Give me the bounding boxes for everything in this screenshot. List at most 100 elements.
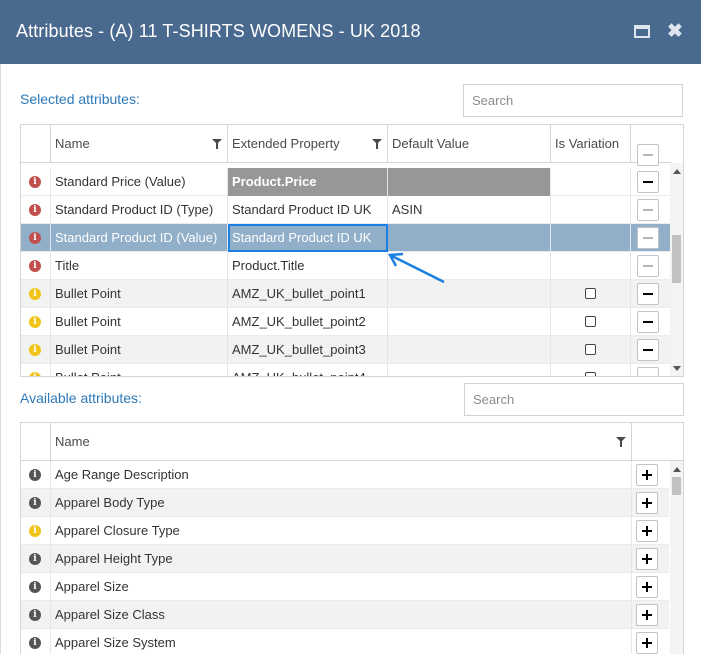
scroll-thumb[interactable] (672, 235, 681, 283)
table-row[interactable]: i Bullet Point AMZ_UK_bullet_point2 (21, 308, 671, 336)
table-row[interactable]: i Bullet PointAMZ_UK_bullet_point4 (21, 364, 671, 376)
row-status-cell: i (21, 280, 51, 308)
row-name: Apparel Size System (51, 629, 632, 654)
row-extended-property[interactable]: Product.Title (228, 252, 388, 280)
selected-scrollbar[interactable] (670, 163, 683, 376)
row-is-variation (551, 168, 631, 196)
remove-button[interactable] (637, 255, 659, 277)
table-row[interactable]: i Bullet Point AMZ_UK_bullet_point1 (21, 280, 671, 308)
row-extended-property[interactable]: AMZ_UK_bullet_point1 (228, 280, 388, 308)
dialog-titlebar: Attributes - (A) 11 T-SHIRTS WOMENS - UK… (0, 0, 701, 64)
filter-icon[interactable] (616, 437, 626, 447)
list-item[interactable]: i Apparel Body Type (21, 489, 669, 517)
row-name: Apparel Size (51, 573, 632, 601)
info-icon: i (29, 497, 41, 509)
row-is-variation (551, 224, 631, 252)
header-name[interactable]: Name (51, 125, 228, 163)
dialog-title: Attributes - (A) 11 T-SHIRTS WOMENS - UK… (16, 21, 421, 41)
add-button[interactable] (636, 520, 658, 542)
is-variation-checkbox[interactable] (585, 316, 596, 327)
row-default-value[interactable] (388, 336, 551, 364)
dialog-body: Selected attributes: Name Extended Prope… (0, 64, 701, 654)
list-item[interactable]: i Apparel Size (21, 573, 669, 601)
row-name: Title (51, 252, 228, 280)
filter-icon[interactable] (372, 139, 382, 149)
add-button[interactable] (636, 576, 658, 598)
remove-button[interactable] (637, 339, 659, 361)
add-button[interactable] (636, 464, 658, 486)
list-item[interactable]: i Age Range Description (21, 461, 669, 489)
remove-button[interactable] (637, 227, 659, 249)
list-item[interactable]: i Apparel Closure Type (21, 517, 669, 545)
row-default-value[interactable] (388, 364, 551, 376)
close-icon[interactable]: ✖ (665, 22, 685, 42)
header-is-variation[interactable]: Is Variation (551, 125, 631, 163)
is-variation-checkbox[interactable] (585, 344, 596, 355)
row-name: Apparel Body Type (51, 489, 632, 517)
row-default-value[interactable] (388, 168, 551, 196)
available-scrollbar[interactable] (670, 461, 683, 654)
row-is-variation (551, 364, 631, 376)
row-extended-property[interactable]: Standard Product ID UK (228, 224, 388, 252)
row-name: Bullet Point (51, 336, 228, 364)
list-item[interactable]: i Apparel Size System (21, 629, 669, 654)
add-button[interactable] (636, 548, 658, 570)
header-name[interactable]: Name (51, 423, 632, 461)
row-status-cell: i (21, 196, 51, 224)
table-row[interactable]: i Standard Product ID (Value) Standard Pro… (21, 224, 671, 252)
is-variation-checkbox[interactable] (585, 372, 596, 376)
remove-button[interactable] (637, 283, 659, 305)
header-default-label: Default Value (392, 136, 470, 151)
info-icon: i (29, 525, 41, 537)
is-variation-checkbox[interactable] (585, 288, 596, 299)
row-status-cell: i (21, 489, 51, 517)
row-status-cell: i (21, 517, 51, 545)
list-item[interactable]: i Apparel Height Type (21, 545, 669, 573)
remove-button[interactable] (637, 171, 659, 193)
row-extended-property[interactable]: AMZ_UK_bullet_point2 (228, 308, 388, 336)
remove-button[interactable] (637, 199, 659, 221)
scroll-up-arrow-icon[interactable] (673, 169, 681, 174)
header-default-value[interactable]: Default Value (388, 125, 551, 163)
add-button[interactable] (636, 492, 658, 514)
remove-button[interactable] (637, 311, 659, 333)
row-is-variation (551, 308, 631, 336)
add-button[interactable] (636, 632, 658, 654)
scroll-thumb[interactable] (672, 477, 681, 495)
row-status-cell: i (21, 601, 51, 629)
list-item[interactable]: i Apparel Size Class (21, 601, 669, 629)
row-default-value[interactable]: ASIN (388, 196, 551, 224)
remove-button[interactable] (637, 144, 659, 166)
row-is-variation (551, 252, 631, 280)
table-row[interactable]: i Bullet Point AMZ_UK_bullet_point3 (21, 336, 671, 364)
row-name: Standard Product ID (Type) (51, 196, 228, 224)
header-icon-col (21, 125, 51, 163)
info-icon: i (29, 637, 41, 649)
row-status-cell: i (21, 308, 51, 336)
maximize-icon[interactable] (632, 22, 652, 42)
info-icon: i (29, 553, 41, 565)
scroll-up-arrow-icon[interactable] (673, 467, 681, 472)
info-icon: i (29, 344, 41, 356)
header-name-label: Name (55, 136, 90, 151)
info-icon: i (29, 609, 41, 621)
row-extended-property[interactable]: AMZ_UK_bullet_point4 (228, 364, 388, 376)
table-row[interactable]: i Standard Product ID (Type) Standard Prod… (21, 196, 671, 224)
row-status-cell: i (21, 224, 51, 252)
scroll-down-arrow-icon[interactable] (673, 366, 681, 371)
table-row[interactable]: i Title Product.Title (21, 252, 671, 280)
row-extended-property[interactable]: Product.Price (228, 168, 388, 196)
add-button[interactable] (636, 604, 658, 626)
remove-button[interactable] (637, 367, 659, 376)
row-is-variation (551, 336, 631, 364)
available-attributes-grid: Name i Age Range Description i Apparel Body… (20, 422, 684, 654)
selected-search-input[interactable] (463, 84, 683, 117)
row-extended-property[interactable]: AMZ_UK_bullet_point3 (228, 336, 388, 364)
row-default-value[interactable] (388, 308, 551, 336)
available-search-input[interactable] (464, 383, 684, 416)
table-row[interactable]: i Standard Price (Value) Product.Price (21, 168, 671, 196)
info-icon: i (29, 260, 41, 272)
row-extended-property[interactable]: Standard Product ID UK (228, 196, 388, 224)
filter-icon[interactable] (212, 139, 222, 149)
header-extended-property[interactable]: Extended Property (228, 125, 388, 163)
